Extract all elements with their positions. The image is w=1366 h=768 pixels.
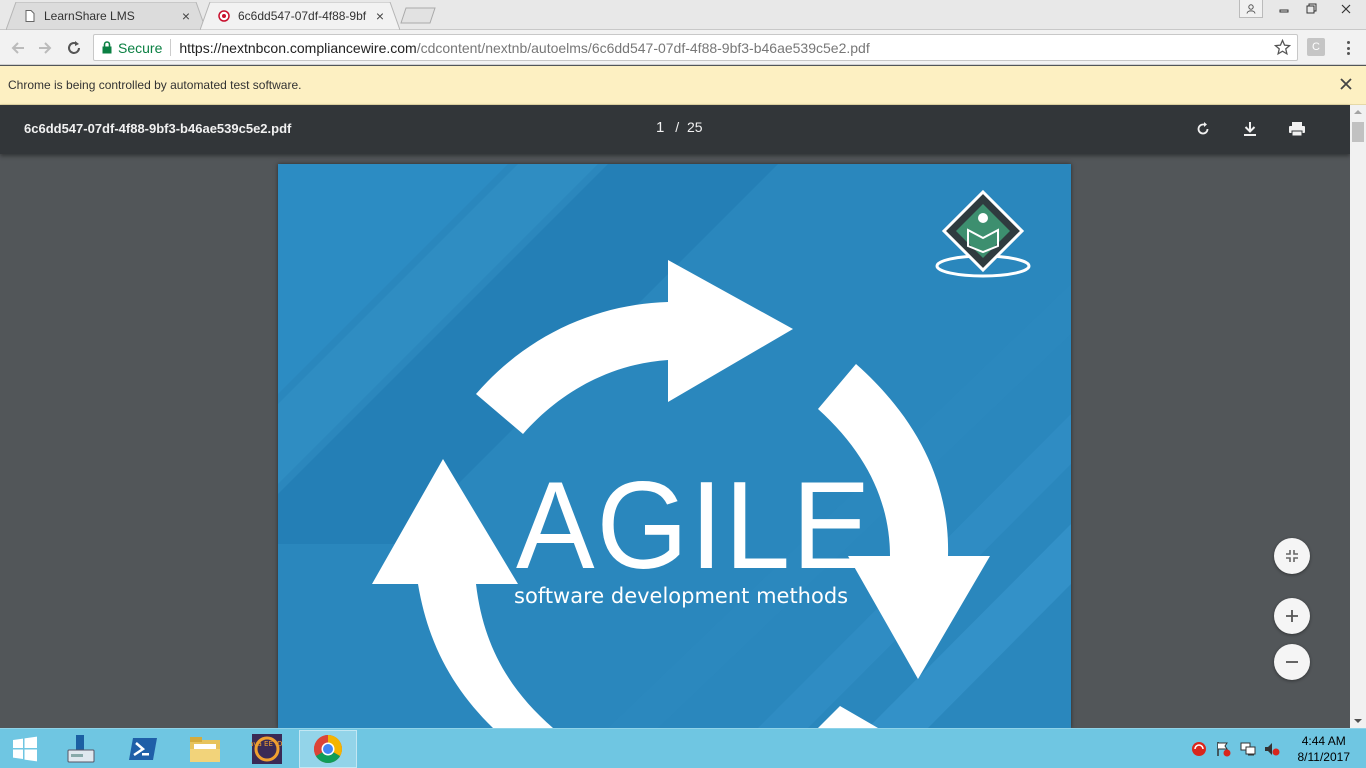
window-controls [1270,0,1366,20]
tab-label: 6c6dd547-07df-4f88-9bf [238,9,367,23]
print-icon[interactable] [1287,119,1307,139]
page-separator: / [675,119,680,135]
windows-taskbar: Java EE IDE 4:44 AM 8/11/2017 [0,728,1366,768]
tab-label: LearnShare LMS [44,9,135,23]
chrome-menu-icon[interactable] [1340,38,1356,58]
java-ee-ide-button[interactable]: Java EE IDE [238,730,296,768]
fit-page-button[interactable] [1274,538,1310,574]
close-tab-icon[interactable]: × [376,8,384,24]
cover-subtitle: software development methods [514,584,849,608]
chrome-taskbar-button[interactable] [299,730,357,768]
restore-icon[interactable] [1298,0,1326,18]
chrome-icon [314,735,342,763]
page-icon [24,10,36,22]
server-manager-icon [67,735,95,763]
infobar-text: Chrome is being controlled by automated … [8,78,302,92]
scroll-down-icon[interactable] [1350,714,1366,728]
start-button[interactable] [0,730,50,768]
lock-icon [102,41,112,54]
system-clock[interactable]: 4:44 AM 8/11/2017 [1298,733,1351,765]
total-pages: 25 [687,119,703,135]
ul-favicon-icon [218,10,230,22]
plus-icon [1286,610,1298,622]
browser-toolbar: Secure https://nextnbcon.compliancewire.… [0,30,1366,65]
file-explorer-button[interactable] [176,730,234,768]
bookmark-star-icon[interactable] [1274,39,1291,56]
extension-icon[interactable]: C [1307,38,1325,56]
pdf-page: AGILE software development methods [278,164,1071,728]
rotate-icon[interactable] [1193,119,1213,139]
back-icon[interactable] [7,37,29,59]
fit-to-page-icon [1286,550,1298,562]
forward-icon[interactable] [34,37,56,59]
scroll-up-icon[interactable] [1350,105,1366,119]
clock-time: 4:44 AM [1301,734,1346,748]
eclipse-java-ee-icon: Java EE IDE [251,734,283,764]
agile-cover-graphic [278,164,1071,728]
close-tab-icon[interactable]: × [182,8,190,24]
current-page-input[interactable]: 1 [656,119,664,136]
powershell-icon [129,738,157,760]
reload-icon[interactable] [63,37,85,59]
address-bar[interactable]: Secure https://nextnbcon.compliancewire.… [93,34,1298,61]
zoom-in-button[interactable] [1274,598,1310,634]
volume-muted-icon[interactable] [1264,741,1280,757]
tab-pdf[interactable]: 6c6dd547-07df-4f88-9bf × [200,2,400,30]
action-center-flag-icon[interactable] [1215,741,1231,757]
secure-label: Secure [118,39,163,56]
divider [170,39,172,56]
clock-date: 8/11/2017 [1297,750,1351,764]
java-ee-label: Java EE IDE [251,740,283,748]
folder-icon [190,737,220,762]
download-icon[interactable] [1240,119,1260,139]
antivirus-tray-icon[interactable] [1191,741,1207,757]
close-window-icon[interactable] [1326,0,1366,18]
minus-icon [1286,661,1298,663]
zoom-out-button[interactable] [1274,644,1310,680]
powershell-button[interactable] [114,730,172,768]
vertical-scrollbar[interactable] [1350,105,1366,728]
url-host: https://nextnbcon.compliancewire.com [179,39,417,56]
new-tab-button[interactable] [400,7,436,24]
scrollbar-thumb[interactable] [1352,122,1364,142]
tab-learnshare[interactable]: LearnShare LMS × [6,2,206,30]
network-icon[interactable] [1240,741,1256,757]
pdf-filename: 6c6dd547-07df-4f88-9bf3-b46ae539c5e2.pdf [24,121,292,136]
server-manager-button[interactable] [52,730,110,768]
automation-infobar: Chrome is being controlled by automated … [0,66,1366,105]
cover-title: AGILE [516,457,873,595]
url-path: /cdcontent/nextnb/autoelms/6c6dd547-07df… [416,39,870,56]
tab-strip: LearnShare LMS × 6c6dd547-07df-4f88-9bf … [0,0,1366,30]
page-indicator: 1 / 25 [656,119,703,136]
windows-logo-icon [13,736,37,762]
minimize-icon[interactable] [1270,0,1298,18]
close-infobar-icon[interactable] [1340,78,1352,90]
profile-icon[interactable] [1239,0,1263,18]
pdf-toolbar: 6c6dd547-07df-4f88-9bf3-b46ae539c5e2.pdf… [0,105,1350,154]
